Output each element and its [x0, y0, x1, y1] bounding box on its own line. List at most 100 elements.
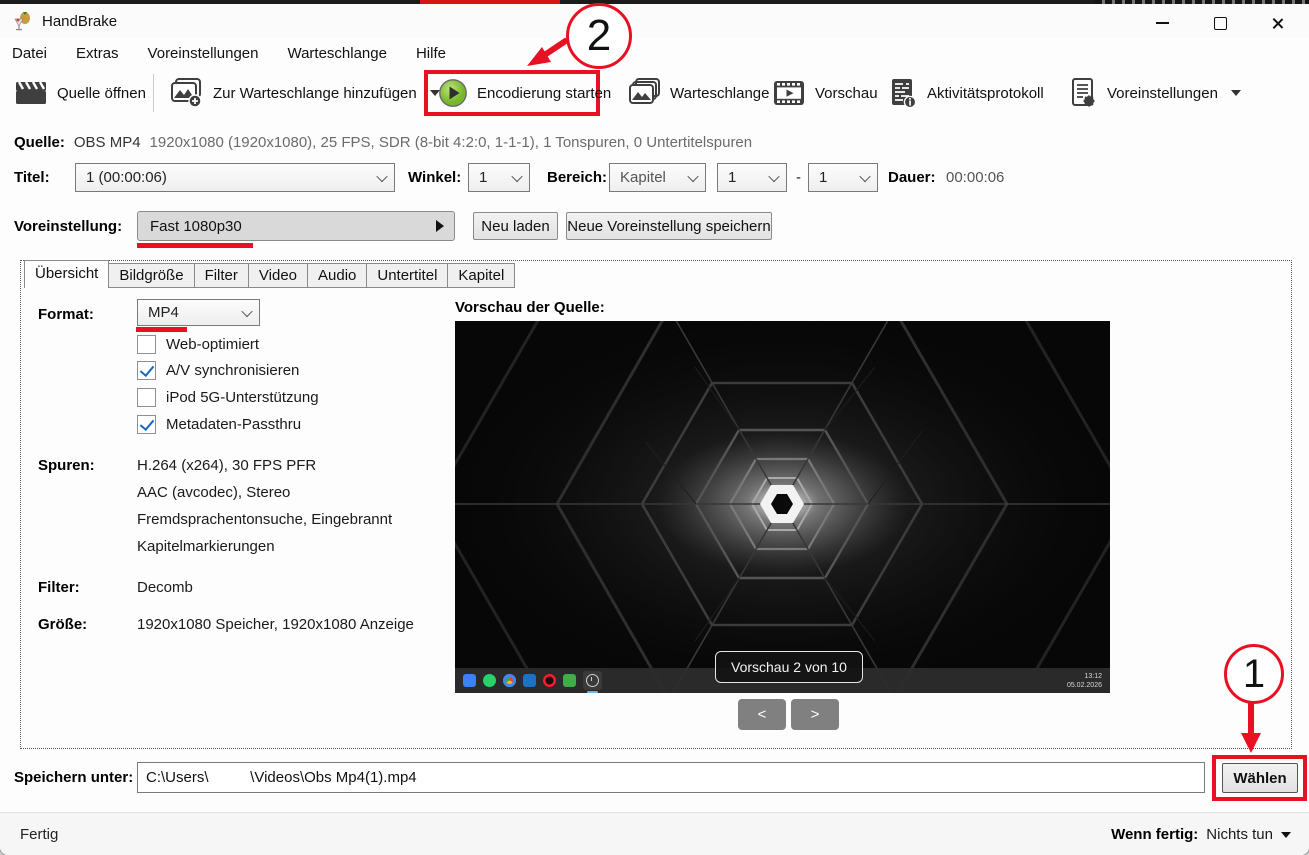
annotation-step-1: 1	[1224, 644, 1284, 704]
preset-select[interactable]: Fast 1080p30	[137, 211, 455, 241]
angle-select-value: 1	[479, 169, 487, 186]
reload-preset-button[interactable]: Neu laden	[473, 212, 558, 240]
save-new-preset-label: Neue Voreinstellung speichern	[567, 218, 770, 235]
opera-icon	[543, 674, 556, 687]
metadata-passthru-label: Metadaten-Passthru	[166, 416, 301, 433]
taskbar-date: 05.02.2026	[1067, 681, 1102, 690]
tracks-label: Spuren:	[38, 457, 95, 474]
range-separator: -	[796, 169, 801, 186]
chevron-right-icon	[436, 220, 444, 232]
queue-label: Warteschlange	[670, 85, 770, 102]
minimize-icon	[1156, 22, 1169, 24]
menu-extras[interactable]: Extras	[76, 45, 119, 62]
clapperboard-icon	[14, 77, 48, 109]
menu-hilfe[interactable]: Hilfe	[416, 45, 446, 62]
media-app-icon	[563, 674, 576, 687]
when-done-label: Wenn fertig:	[1111, 826, 1198, 843]
presets-label: Voreinstellungen	[1107, 85, 1218, 102]
activity-log-button[interactable]: Aktivitätsprotokoll	[888, 74, 1044, 112]
save-new-preset-button[interactable]: Neue Voreinstellung speichern	[566, 212, 772, 240]
tab-audio[interactable]: Audio	[308, 263, 367, 288]
taskbar-time: 13:12	[1067, 672, 1102, 681]
tab-kapitel[interactable]: Kapitel	[448, 263, 515, 288]
handbrake-window: HandBrake Datei Extras Voreinstellungen …	[0, 0, 1309, 855]
tab-strip: Übersicht Bildgröße Filter Video Audio U…	[24, 260, 515, 288]
queue-button[interactable]: Warteschlange	[627, 74, 770, 112]
activity-log-label: Aktivitätsprotokoll	[927, 85, 1044, 102]
presets-button[interactable]: Voreinstellungen	[1068, 74, 1241, 112]
track-line: Kapitelmarkierungen	[137, 538, 275, 555]
ipod-support-checkbox[interactable]	[137, 388, 156, 407]
av-sync-checkbox[interactable]	[137, 361, 156, 380]
angle-select[interactable]: 1	[468, 163, 530, 192]
windows-icon	[463, 674, 476, 687]
play-icon	[438, 78, 468, 108]
menu-warteschlange[interactable]: Warteschlange	[287, 45, 387, 62]
duration-value: 00:00:06	[946, 169, 1004, 186]
range-label: Bereich:	[547, 169, 607, 186]
source-name: OBS MP4	[74, 134, 141, 151]
metadata-passthru-checkbox[interactable]	[137, 415, 156, 434]
range-from-value: 1	[728, 169, 736, 186]
source-row: Quelle: OBS MP4 1920x1080 (1920x1080), 2…	[14, 134, 752, 151]
title-select[interactable]: 1 (00:00:06)	[75, 163, 395, 192]
when-done-control[interactable]: Wenn fertig: Nichts tun	[1111, 826, 1291, 843]
source-details: 1920x1080 (1920x1080), 25 FPS, SDR (8-bi…	[150, 134, 753, 151]
preview-taskbar-icons	[463, 671, 602, 690]
preview-prev-button[interactable]: <	[738, 699, 786, 730]
range-to-select[interactable]: 1	[808, 163, 878, 192]
preview-taskbar-clock: 13:12 05.02.2026	[1067, 672, 1102, 690]
tab-untertitel[interactable]: Untertitel	[367, 263, 448, 288]
preview-counter-text: Vorschau 2 von 10	[731, 659, 847, 675]
web-optimized-checkbox[interactable]	[137, 335, 156, 354]
ipod-support-label: iPod 5G-Unterstützung	[166, 389, 319, 406]
save-path-input[interactable]	[137, 762, 1205, 793]
annotation-step-2-number: 2	[587, 11, 611, 61]
reload-preset-label: Neu laden	[481, 218, 549, 235]
open-source-label: Quelle öffnen	[57, 85, 146, 102]
when-done-value: Nichts tun	[1206, 826, 1273, 843]
add-to-queue-label: Zur Warteschlange hinzufügen	[213, 85, 417, 102]
annotation-step-1-number: 1	[1243, 652, 1265, 697]
title-bar: HandBrake	[0, 4, 1309, 38]
toolbar-separator	[153, 74, 154, 112]
close-icon	[1271, 17, 1284, 30]
chevron-down-icon	[859, 170, 870, 181]
whatsapp-icon	[483, 674, 496, 687]
menu-datei[interactable]: Datei	[12, 45, 47, 62]
activity-log-icon	[888, 77, 918, 109]
chevron-down-icon	[687, 170, 698, 181]
save-as-label: Speichern unter:	[14, 769, 133, 786]
presets-dropdown-icon[interactable]	[1231, 90, 1241, 96]
track-line: AAC (avcodec), Stereo	[137, 484, 290, 501]
maximize-icon	[1214, 17, 1227, 30]
start-encode-button[interactable]: Encodierung starten	[438, 74, 611, 112]
range-from-select[interactable]: 1	[717, 163, 787, 192]
format-select[interactable]: MP4	[137, 299, 260, 326]
menu-voreinstellungen[interactable]: Voreinstellungen	[148, 45, 259, 62]
preview-label: Vorschau	[815, 85, 878, 102]
tab-video[interactable]: Video	[249, 263, 308, 288]
preview-button[interactable]: Vorschau	[772, 74, 878, 112]
add-to-queue-button[interactable]: Zur Warteschlange hinzufügen	[168, 74, 440, 112]
web-optimized-label: Web-optimiert	[166, 336, 259, 353]
preview-next-button[interactable]: >	[791, 699, 839, 730]
filter-value: Decomb	[137, 579, 193, 596]
minimize-button[interactable]	[1140, 10, 1184, 36]
size-value: 1920x1080 Speicher, 1920x1080 Anzeige	[137, 616, 414, 633]
annotation-underline-preset	[137, 243, 253, 248]
range-type-select[interactable]: Kapitel	[609, 163, 706, 192]
tab-uebersicht[interactable]: Übersicht	[24, 260, 109, 288]
tab-bildgroesse[interactable]: Bildgröße	[109, 263, 194, 288]
chevron-left-icon: <	[758, 706, 767, 723]
window-title: HandBrake	[42, 13, 117, 30]
open-source-button[interactable]: Quelle öffnen	[14, 74, 146, 112]
av-sync-label: A/V synchronisieren	[166, 362, 299, 379]
start-encode-label: Encodierung starten	[477, 85, 611, 102]
tab-filter[interactable]: Filter	[195, 263, 249, 288]
status-bar: Fertig Wenn fertig: Nichts tun	[0, 812, 1309, 855]
track-line: H.264 (x264), 30 FPS PFR	[137, 457, 316, 474]
close-button[interactable]	[1255, 10, 1299, 36]
preview-header: Vorschau der Quelle:	[455, 299, 605, 316]
maximize-button[interactable]	[1198, 10, 1242, 36]
